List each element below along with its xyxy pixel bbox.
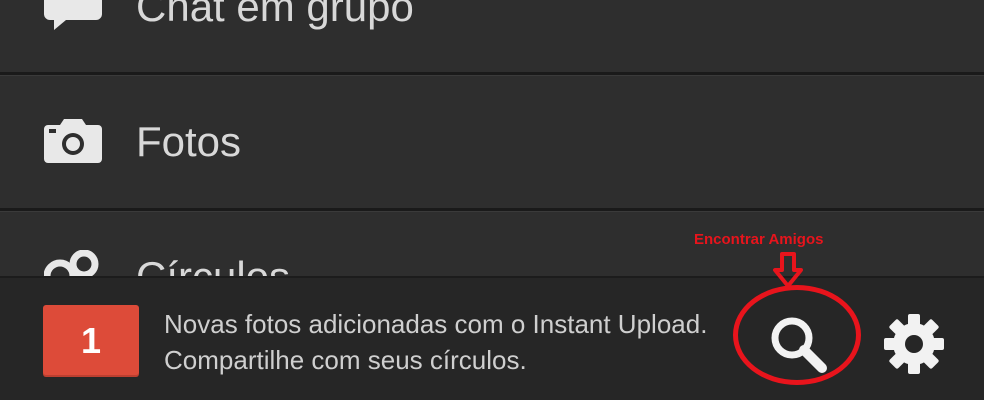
menu-item-circulos[interactable]: Círculos xyxy=(0,212,984,298)
chat-bubble-icon xyxy=(44,0,102,30)
gear-icon[interactable] xyxy=(878,308,950,380)
app-screen: Chat em grupo Fotos Círculos 1 Novas fot… xyxy=(0,0,984,400)
camera-icon xyxy=(44,119,102,163)
annotation-highlight-circle xyxy=(733,285,861,385)
menu-item-label: Fotos xyxy=(136,118,242,165)
annotation-label: Encontrar Amigos xyxy=(694,231,824,248)
menu-item-label: Chat em grupo xyxy=(136,0,414,30)
menu-item-chat-em-grupo[interactable]: Chat em grupo xyxy=(0,0,984,72)
notification-text[interactable]: Novas fotos adicionadas com o Instant Up… xyxy=(164,306,724,378)
notification-count-badge[interactable]: 1 xyxy=(43,305,139,377)
menu-item-fotos[interactable]: Fotos xyxy=(0,76,984,208)
